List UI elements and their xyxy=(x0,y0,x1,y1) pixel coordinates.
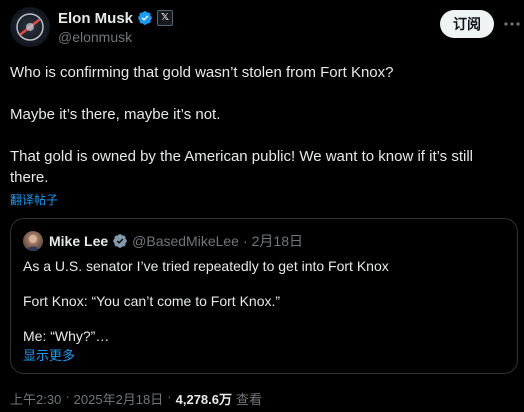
post-text-paragraph-1: Who is confirming that gold wasn’t stole… xyxy=(10,64,394,81)
post-meta-row: 上午2:30 · 2025年2月18日 · 4,278.6万 查看 xyxy=(10,389,262,408)
author-name[interactable]: Elon Musk xyxy=(58,10,133,27)
quote-text-line-1: As a U.S. senator I’ve tried repeatedly … xyxy=(23,258,389,274)
more-horizontal-icon[interactable] xyxy=(504,14,520,34)
quote-author-name: Mike Lee xyxy=(49,233,109,249)
post-time[interactable]: 上午2:30 xyxy=(10,389,61,408)
meta-separator-dot: · xyxy=(65,389,70,404)
translate-post-link[interactable]: 翻译帖子 xyxy=(10,191,58,208)
author-avatar[interactable] xyxy=(10,7,50,47)
quote-text-line-3: Me: “Why?”… xyxy=(23,328,110,344)
post-text-paragraph-2: Maybe it’s there, maybe it’s not. xyxy=(10,106,221,123)
x-affiliate-badge: 𝕏 xyxy=(157,10,174,26)
quote-text-line-2: Fort Knox: “You can’t come to Fort Knox.… xyxy=(23,293,281,309)
views-count: 4,278.6万 xyxy=(175,392,232,407)
subscribe-button[interactable]: 订阅 xyxy=(440,10,494,38)
quote-author-avatar xyxy=(23,231,43,251)
author-handle[interactable]: @elonmusk xyxy=(58,29,132,45)
avatar-image xyxy=(16,13,44,41)
post-date[interactable]: 2025年2月18日 xyxy=(74,389,164,408)
quote-date: 2月18日 xyxy=(251,233,303,249)
verified-badge-icon xyxy=(137,10,153,26)
views-label: 查看 xyxy=(236,392,263,407)
quote-separator-dot: · xyxy=(242,233,248,249)
meta-separator-dot: · xyxy=(167,389,172,404)
quoted-post-card[interactable]: Mike Lee @BasedMikeLee · 2月18日 As a U.S.… xyxy=(10,218,518,374)
verified-badge-icon xyxy=(112,233,128,249)
post-text-paragraph-3: That gold is owned by the American publi… xyxy=(10,148,474,186)
author-name-row: Elon Musk 𝕏 xyxy=(58,9,174,27)
post-container: Elon Musk 𝕏 @elonmusk 订阅 Who is confirmi… xyxy=(0,0,524,412)
show-more-link[interactable]: 显示更多 xyxy=(23,345,75,364)
quote-header: Mike Lee @BasedMikeLee · 2月18日 xyxy=(49,233,303,249)
quote-author-handle: @BasedMikeLee xyxy=(132,233,239,249)
